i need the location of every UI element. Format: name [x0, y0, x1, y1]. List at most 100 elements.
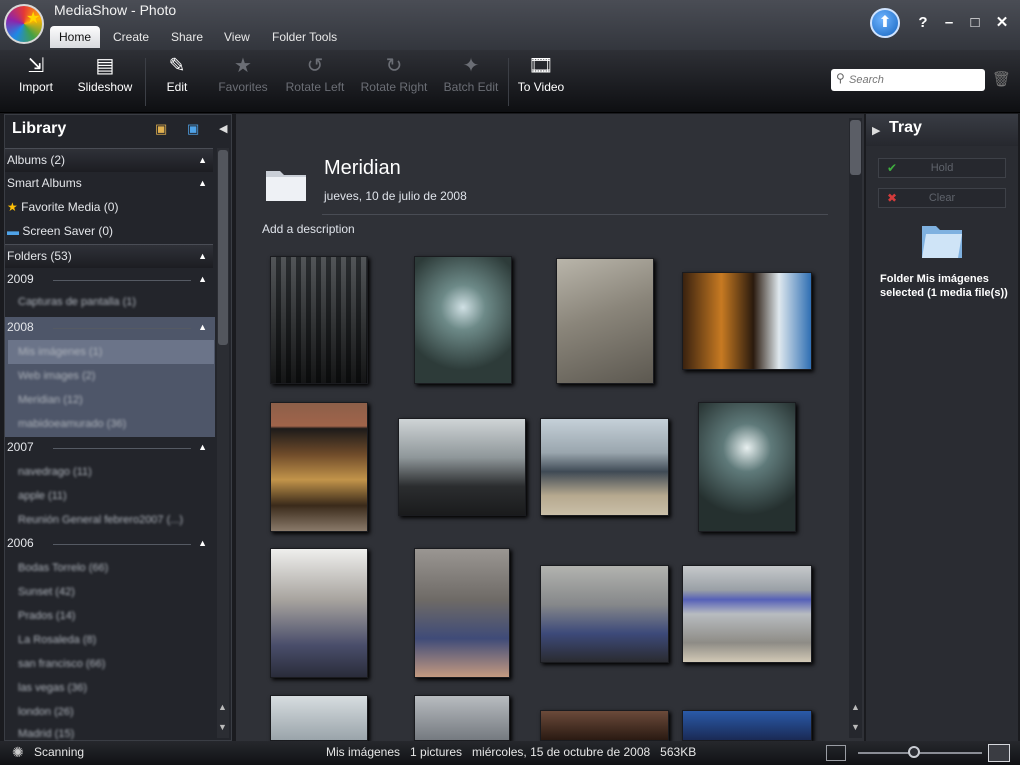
year-2006-header[interactable]: 2006 ▲: [5, 532, 213, 556]
folder-item[interactable]: navedrago (11): [18, 460, 92, 484]
check-icon: ✔: [887, 161, 898, 175]
folder-item[interactable]: london (26): [18, 700, 74, 724]
scroll-down-icon[interactable]: ▼: [851, 722, 860, 732]
photo-thumbnail[interactable]: [414, 256, 512, 384]
folder-item[interactable]: Reunión General febrero2007 (...): [18, 508, 183, 532]
collapse-triangle-icon[interactable]: ▲: [198, 149, 207, 171]
add-description-link[interactable]: Add a description: [262, 222, 355, 236]
folder-icon: [266, 171, 306, 201]
library-scrollbar-thumb[interactable]: [218, 150, 228, 345]
mediashow-logo-icon[interactable]: ★: [4, 4, 44, 44]
clear-button[interactable]: ✖ Clear: [878, 188, 1006, 208]
rotate-right-label: Rotate Right: [360, 80, 428, 94]
media-scrollbar[interactable]: [849, 118, 862, 738]
search-input[interactable]: [831, 69, 985, 91]
photo-thumbnail[interactable]: [698, 402, 796, 532]
help-button[interactable]: ?: [912, 12, 934, 34]
photo-thumbnail[interactable]: [414, 695, 510, 741]
folders-header[interactable]: Folders (53) ▲: [5, 244, 213, 268]
batch-edit-label: Batch Edit: [443, 80, 499, 94]
folder-item[interactable]: san francisco (66): [18, 652, 105, 676]
screen-saver-item[interactable]: ▬ Screen Saver (0): [5, 220, 213, 244]
scroll-down-icon[interactable]: ▼: [218, 722, 227, 732]
small-thumbnail-view-icon[interactable]: [826, 745, 846, 761]
folder-item[interactable]: mabidoeamurado (36): [18, 412, 126, 436]
tab-view[interactable]: View: [215, 26, 259, 48]
photo-thumbnail[interactable]: [556, 258, 654, 384]
to-video-button[interactable]: 🎞 To Video: [514, 50, 568, 112]
import-icon: ⇲: [27, 55, 45, 77]
folder-item[interactable]: Meridian (12): [18, 388, 83, 412]
favorites-button[interactable]: ★ Favorites: [214, 50, 272, 112]
tab-folder-tools[interactable]: Folder Tools: [263, 26, 346, 48]
photo-thumbnail[interactable]: [540, 565, 669, 663]
add-smart-album-icon[interactable]: ▣: [187, 121, 207, 137]
collapse-triangle-icon[interactable]: ▲: [198, 268, 207, 290]
screen-saver-label: Screen Saver (0): [22, 224, 114, 238]
rotate-right-button[interactable]: ↻ Rotate Right: [357, 50, 431, 112]
zoom-slider-handle[interactable]: [907, 746, 920, 758]
rotate-left-button[interactable]: ↺ Rotate Left: [281, 50, 349, 112]
folder-item[interactable]: Bodas Torrelo (66): [18, 556, 108, 580]
slideshow-button[interactable]: ▤ Slideshow: [72, 50, 138, 112]
photo-thumbnail[interactable]: [540, 710, 669, 741]
edit-button[interactable]: ✎ Edit: [155, 50, 199, 112]
scroll-up-icon[interactable]: ▲: [218, 702, 227, 712]
tab-share[interactable]: Share: [162, 26, 212, 48]
collapse-library-icon[interactable]: ◀: [219, 122, 227, 135]
collapse-triangle-icon[interactable]: ▲: [198, 436, 207, 458]
photo-thumbnail[interactable]: [540, 418, 669, 516]
folder-item-selected[interactable]: Mis imágenes (1): [18, 340, 102, 364]
photo-thumbnail[interactable]: [682, 565, 812, 663]
folders-label: Folders (53): [7, 249, 72, 263]
maximize-button[interactable]: □: [964, 12, 986, 34]
folder-item[interactable]: Sunset (42): [18, 580, 75, 604]
trash-icon[interactable]: 🗑: [992, 70, 1011, 88]
smart-albums-header[interactable]: Smart Albums ▲: [5, 172, 213, 196]
collapse-triangle-icon[interactable]: ▲: [198, 172, 207, 194]
favorite-media-item[interactable]: ★ Favorite Media (0): [5, 196, 213, 220]
scanning-spinner-icon: ✺: [12, 744, 24, 760]
rotate-left-label: Rotate Left: [285, 80, 345, 94]
photo-thumbnail[interactable]: [270, 695, 368, 741]
year-2009-header[interactable]: 2009 ▲: [5, 268, 213, 292]
year-2008-header[interactable]: 2008 ▲: [5, 316, 213, 340]
folder-item[interactable]: Web images (2): [18, 364, 95, 388]
photo-thumbnail[interactable]: [398, 418, 526, 516]
hold-button[interactable]: ✔ Hold: [878, 158, 1006, 178]
minimize-button[interactable]: –: [938, 12, 960, 34]
edit-label: Edit: [166, 80, 188, 94]
tab-home[interactable]: Home: [50, 26, 101, 48]
upgrade-arrow-icon[interactable]: ⬆: [870, 8, 900, 38]
toolbar-divider: [508, 58, 509, 106]
add-album-icon[interactable]: ▣: [155, 121, 175, 137]
photo-thumbnail[interactable]: [682, 710, 812, 741]
media-scrollbar-thumb[interactable]: [850, 120, 861, 175]
tab-create[interactable]: Create: [104, 26, 158, 48]
year-2007-header[interactable]: 2007 ▲: [5, 436, 213, 460]
large-thumbnail-view-icon[interactable]: [988, 744, 1010, 762]
expand-tray-icon[interactable]: ▶: [872, 124, 880, 137]
albums-header[interactable]: Albums (2) ▲: [5, 148, 213, 172]
photo-thumbnail[interactable]: [682, 272, 812, 370]
scroll-up-icon[interactable]: ▲: [851, 702, 860, 712]
batch-edit-button[interactable]: ✦ Batch Edit: [440, 50, 502, 112]
favorite-media-label: Favorite Media (0): [21, 200, 119, 214]
import-button[interactable]: ⇲ Import: [10, 50, 62, 112]
close-button[interactable]: ✕: [991, 12, 1013, 34]
zoom-slider[interactable]: [858, 752, 982, 754]
folder-item[interactable]: Capturas de pantalla (1): [18, 290, 136, 314]
photo-thumbnail[interactable]: [270, 402, 368, 532]
collapse-triangle-icon[interactable]: ▲: [198, 316, 207, 338]
slideshow-label: Slideshow: [77, 80, 133, 94]
photo-thumbnail[interactable]: [270, 256, 368, 384]
folder-item[interactable]: Prados (14): [18, 604, 75, 628]
collapse-triangle-icon[interactable]: ▲: [198, 245, 207, 267]
folder-item[interactable]: apple (11): [18, 484, 67, 508]
folder-item[interactable]: las vegas (36): [18, 676, 87, 700]
photo-thumbnail[interactable]: [414, 548, 510, 678]
collapse-triangle-icon[interactable]: ▲: [198, 532, 207, 554]
folder-item[interactable]: La Rosaleda (8): [18, 628, 96, 652]
folder-date: jueves, 10 de julio de 2008: [324, 189, 467, 203]
photo-thumbnail[interactable]: [270, 548, 368, 678]
